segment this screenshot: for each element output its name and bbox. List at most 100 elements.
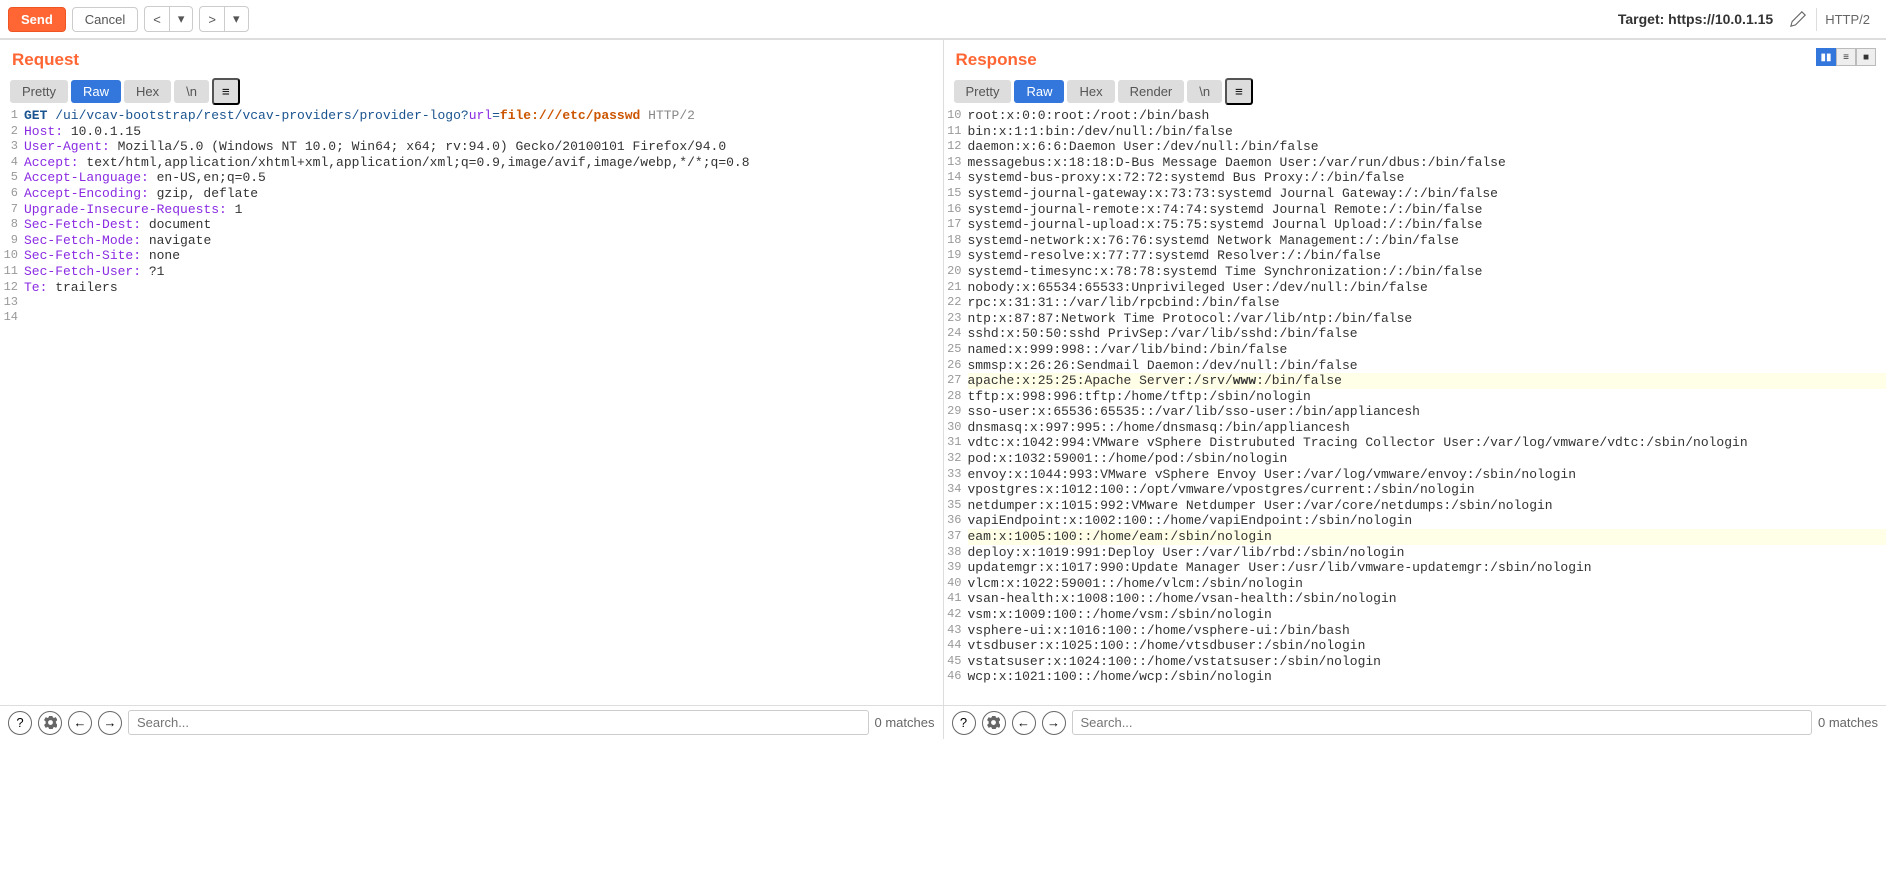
tab-newline[interactable]: \n: [174, 80, 209, 103]
editor-line[interactable]: 41vsan-health:x:1008:100::/home/vsan-hea…: [944, 591, 1886, 607]
settings-button[interactable]: [38, 711, 62, 735]
editor-line[interactable]: 35netdumper:x:1015:992:VMware Netdumper …: [944, 498, 1886, 514]
search-next-button[interactable]: →: [98, 711, 122, 735]
editor-line[interactable]: 3User-Agent: Mozilla/5.0 (Windows NT 10.…: [0, 139, 943, 155]
line-content[interactable]: vsm:x:1009:100::/home/vsm:/sbin/nologin: [968, 607, 1886, 623]
line-content[interactable]: root:x:0:0:root:/root:/bin/bash: [968, 108, 1886, 124]
editor-line[interactable]: 25named:x:999:998::/var/lib/bind:/bin/fa…: [944, 342, 1886, 358]
line-content[interactable]: vpostgres:x:1012:100::/opt/vmware/vpostg…: [968, 482, 1886, 498]
request-search-input[interactable]: [128, 710, 869, 735]
tab-raw[interactable]: Raw: [1014, 80, 1064, 103]
line-content[interactable]: systemd-timesync:x:78:78:systemd Time Sy…: [968, 264, 1886, 280]
line-content[interactable]: eam:x:1005:100::/home/eam:/sbin/nologin: [968, 529, 1886, 545]
layout-rows-button[interactable]: ≡: [1836, 48, 1856, 66]
help-button[interactable]: ?: [8, 711, 32, 735]
editor-line[interactable]: 28tftp:x:998:996:tftp:/home/tftp:/sbin/n…: [944, 389, 1886, 405]
line-content[interactable]: Sec-Fetch-Site: none: [24, 248, 943, 264]
editor-line[interactable]: 10Sec-Fetch-Site: none: [0, 248, 943, 264]
editor-line[interactable]: 23ntp:x:87:87:Network Time Protocol:/var…: [944, 311, 1886, 327]
line-content[interactable]: sshd:x:50:50:sshd PrivSep:/var/lib/sshd:…: [968, 326, 1886, 342]
line-content[interactable]: pod:x:1032:59001::/home/pod:/sbin/nologi…: [968, 451, 1886, 467]
editor-line[interactable]: 38deploy:x:1019:991:Deploy User:/var/lib…: [944, 545, 1886, 561]
editor-line[interactable]: 33envoy:x:1044:993:VMware vSphere Envoy …: [944, 467, 1886, 483]
editor-line[interactable]: 20systemd-timesync:x:78:78:systemd Time …: [944, 264, 1886, 280]
editor-line[interactable]: 8Sec-Fetch-Dest: document: [0, 217, 943, 233]
line-content[interactable]: systemd-journal-upload:x:75:75:systemd J…: [968, 217, 1886, 233]
line-content[interactable]: dnsmasq:x:997:995::/home/dnsmasq:/bin/ap…: [968, 420, 1886, 436]
search-prev-button[interactable]: ←: [68, 711, 92, 735]
response-search-input[interactable]: [1072, 710, 1813, 735]
editor-line[interactable]: 31vdtc:x:1042:994:VMware vSphere Distrub…: [944, 435, 1886, 451]
line-content[interactable]: Sec-Fetch-Mode: navigate: [24, 233, 943, 249]
line-content[interactable]: Accept-Encoding: gzip, deflate: [24, 186, 943, 202]
line-content[interactable]: envoy:x:1044:993:VMware vSphere Envoy Us…: [968, 467, 1886, 483]
edit-target-button[interactable]: [1785, 7, 1810, 32]
line-content[interactable]: systemd-journal-gateway:x:73:73:systemd …: [968, 186, 1886, 202]
prev-arrow-button[interactable]: <: [144, 6, 169, 32]
line-content[interactable]: Sec-Fetch-User: ?1: [24, 264, 943, 280]
line-content[interactable]: daemon:x:6:6:Daemon User:/dev/null:/bin/…: [968, 139, 1886, 155]
editor-line[interactable]: 24sshd:x:50:50:sshd PrivSep:/var/lib/ssh…: [944, 326, 1886, 342]
editor-line[interactable]: 11bin:x:1:1:bin:/dev/null:/bin/false: [944, 124, 1886, 140]
editor-line[interactable]: 19systemd-resolve:x:77:77:systemd Resolv…: [944, 248, 1886, 264]
search-prev-button[interactable]: ←: [1012, 711, 1036, 735]
line-content[interactable]: netdumper:x:1015:992:VMware Netdumper Us…: [968, 498, 1886, 514]
line-content[interactable]: updatemgr:x:1017:990:Update Manager User…: [968, 560, 1886, 576]
line-content[interactable]: systemd-resolve:x:77:77:systemd Resolver…: [968, 248, 1886, 264]
line-content[interactable]: smmsp:x:26:26:Sendmail Daemon:/dev/null:…: [968, 358, 1886, 374]
line-content[interactable]: GET /ui/vcav-bootstrap/rest/vcav-provide…: [24, 108, 943, 124]
editor-line[interactable]: 29sso-user:x:65536:65535::/var/lib/sso-u…: [944, 404, 1886, 420]
line-content[interactable]: vapiEndpoint:x:1002:100::/home/vapiEndpo…: [968, 513, 1886, 529]
line-content[interactable]: vtsdbuser:x:1025:100::/home/vtsdbuser:/s…: [968, 638, 1886, 654]
line-content[interactable]: vstatsuser:x:1024:100::/home/vstatsuser:…: [968, 654, 1886, 670]
line-content[interactable]: Sec-Fetch-Dest: document: [24, 217, 943, 233]
editor-line[interactable]: 6Accept-Encoding: gzip, deflate: [0, 186, 943, 202]
editor-line[interactable]: 26smmsp:x:26:26:Sendmail Daemon:/dev/nul…: [944, 358, 1886, 374]
editor-line[interactable]: 16systemd-journal-remote:x:74:74:systemd…: [944, 202, 1886, 218]
editor-line[interactable]: 36vapiEndpoint:x:1002:100::/home/vapiEnd…: [944, 513, 1886, 529]
editor-line[interactable]: 32pod:x:1032:59001::/home/pod:/sbin/nolo…: [944, 451, 1886, 467]
protocol-label[interactable]: HTTP/2: [1816, 8, 1878, 31]
line-content[interactable]: Accept-Language: en-US,en;q=0.5: [24, 170, 943, 186]
editor-line[interactable]: 15systemd-journal-gateway:x:73:73:system…: [944, 186, 1886, 202]
line-content[interactable]: rpc:x:31:31::/var/lib/rpcbind:/bin/false: [968, 295, 1886, 311]
editor-line[interactable]: 7Upgrade-Insecure-Requests: 1: [0, 202, 943, 218]
tab-newline[interactable]: \n: [1187, 80, 1222, 103]
tab-raw[interactable]: Raw: [71, 80, 121, 103]
editor-line[interactable]: 9Sec-Fetch-Mode: navigate: [0, 233, 943, 249]
editor-line[interactable]: 45vstatsuser:x:1024:100::/home/vstatsuse…: [944, 654, 1886, 670]
line-content[interactable]: [24, 295, 943, 309]
editor-line[interactable]: 14systemd-bus-proxy:x:72:72:systemd Bus …: [944, 170, 1886, 186]
line-content[interactable]: tftp:x:998:996:tftp:/home/tftp:/sbin/nol…: [968, 389, 1886, 405]
editor-line[interactable]: 43vsphere-ui:x:1016:100::/home/vsphere-u…: [944, 623, 1886, 639]
line-content[interactable]: [24, 310, 943, 324]
editor-line[interactable]: 30dnsmasq:x:997:995::/home/dnsmasq:/bin/…: [944, 420, 1886, 436]
tab-render[interactable]: Render: [1118, 80, 1185, 103]
cancel-button[interactable]: Cancel: [72, 7, 138, 32]
tab-pretty[interactable]: Pretty: [10, 80, 68, 103]
editor-line[interactable]: 40vlcm:x:1022:59001::/home/vlcm:/sbin/no…: [944, 576, 1886, 592]
editor-line[interactable]: 13messagebus:x:18:18:D-Bus Message Daemo…: [944, 155, 1886, 171]
line-content[interactable]: vsan-health:x:1008:100::/home/vsan-healt…: [968, 591, 1886, 607]
request-menu-button[interactable]: ≡: [212, 78, 240, 105]
line-content[interactable]: deploy:x:1019:991:Deploy User:/var/lib/r…: [968, 545, 1886, 561]
editor-line[interactable]: 18systemd-network:x:76:76:systemd Networ…: [944, 233, 1886, 249]
line-content[interactable]: messagebus:x:18:18:D-Bus Message Daemon …: [968, 155, 1886, 171]
editor-line[interactable]: 1GET /ui/vcav-bootstrap/rest/vcav-provid…: [0, 108, 943, 124]
line-content[interactable]: Upgrade-Insecure-Requests: 1: [24, 202, 943, 218]
editor-line[interactable]: 2Host: 10.0.1.15: [0, 124, 943, 140]
editor-line[interactable]: 12Te: trailers: [0, 280, 943, 296]
tab-hex[interactable]: Hex: [1067, 80, 1114, 103]
line-content[interactable]: Accept: text/html,application/xhtml+xml,…: [24, 155, 943, 171]
editor-line[interactable]: 11Sec-Fetch-User: ?1: [0, 264, 943, 280]
line-content[interactable]: apache:x:25:25:Apache Server:/srv/www:/b…: [968, 373, 1886, 389]
line-content[interactable]: Te: trailers: [24, 280, 943, 296]
editor-line[interactable]: 12daemon:x:6:6:Daemon User:/dev/null:/bi…: [944, 139, 1886, 155]
next-dropdown-button[interactable]: ▾: [224, 6, 249, 32]
editor-line[interactable]: 27apache:x:25:25:Apache Server:/srv/www:…: [944, 373, 1886, 389]
prev-dropdown-button[interactable]: ▾: [169, 6, 194, 32]
line-content[interactable]: Host: 10.0.1.15: [24, 124, 943, 140]
line-content[interactable]: vlcm:x:1022:59001::/home/vlcm:/sbin/nolo…: [968, 576, 1886, 592]
layout-columns-button[interactable]: ▮▮: [1816, 48, 1836, 66]
editor-line[interactable]: 17systemd-journal-upload:x:75:75:systemd…: [944, 217, 1886, 233]
